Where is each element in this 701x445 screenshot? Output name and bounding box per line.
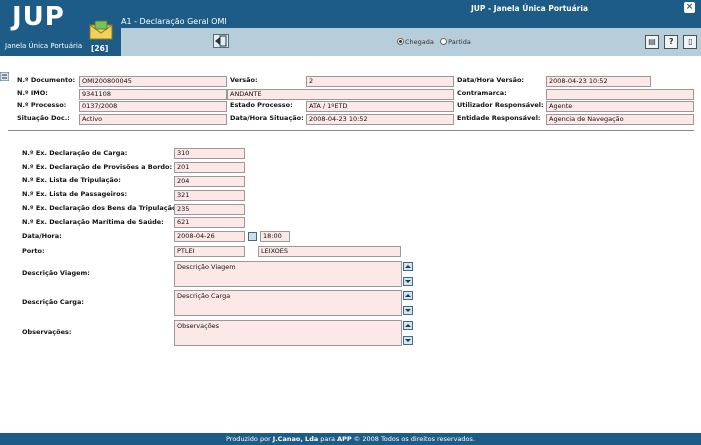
print-icon[interactable]: ▤ — [645, 35, 659, 49]
doc-no-field[interactable]: OMI200800045 — [79, 76, 227, 87]
logo-area: JUP Janela Única Portuária [26] — [0, 0, 121, 56]
app-header: JUP Janela Única Portuária [26] JUP - Ja… — [0, 0, 701, 56]
radio-departure-label: Partida — [448, 38, 471, 46]
version-field[interactable]: 2 — [306, 76, 454, 87]
divider — [8, 130, 694, 131]
close-icon[interactable]: × — [684, 2, 695, 13]
responsible-entity-label: Entidade Responsável: — [457, 114, 541, 122]
side-panel-toggle-icon[interactable] — [0, 72, 9, 81]
responsible-user-label: Utilizador Responsável: — [457, 101, 544, 109]
health-decl-field[interactable]: 621 — [174, 217, 245, 228]
radio-icon[interactable] — [397, 38, 404, 45]
message-count-badge[interactable]: [26] — [91, 44, 108, 53]
cargo-decl-label: N.º Ex. Declaração de Carga: — [22, 149, 128, 157]
logo-subtitle: Janela Única Portuária — [5, 42, 83, 50]
port-name-field[interactable]: LEIXOES — [258, 246, 401, 257]
notes-textarea[interactable]: Observações — [174, 320, 402, 346]
app-logo: JUP — [12, 2, 65, 32]
footer-middle: para — [318, 435, 338, 443]
doc-no-label: N.º Documento: — [17, 76, 76, 84]
counterpart-field[interactable] — [546, 89, 694, 100]
window-title: JUP - Janela Única Portuária — [471, 4, 589, 13]
doc-state-label: Situação Doc.: — [17, 114, 70, 122]
provisions-label: N.º Ex. Declaração de Provisões a Bordo: — [22, 163, 173, 171]
crew-goods-label: N.º Ex. Declaração dos Bens da Tripulaçã… — [22, 204, 180, 212]
version-datetime-label: Data/Hora Versão: — [457, 76, 525, 84]
state-datetime-field[interactable]: 2008-04-23 10:52 — [306, 114, 454, 125]
process-label: N.º Processo: — [17, 101, 67, 109]
time-field[interactable]: 18:00 — [260, 231, 290, 242]
version-label: Versão: — [230, 76, 258, 84]
footer-suffix: © 2008 Todos os direitos reservados. — [351, 435, 475, 443]
process-field[interactable]: 0137/2008 — [79, 101, 227, 112]
process-state-field[interactable]: ATA / 1ºETD — [306, 101, 454, 112]
doc-state-field[interactable]: Activo — [79, 114, 227, 125]
scroll-down-icon[interactable] — [403, 336, 413, 345]
passenger-list-label: N.º Ex. Lista de Passageiros: — [22, 190, 128, 198]
port-code-field[interactable]: PTLEI — [174, 246, 245, 257]
help-icon[interactable]: ? — [664, 35, 679, 49]
crew-list-label: N.º Ex. Lista de Tripulação: — [22, 176, 121, 184]
footer: Produzido por J.Canao, Lda para APP © 20… — [0, 433, 701, 445]
exit-icon[interactable]: ▯ — [683, 35, 698, 49]
radio-departure[interactable]: Partida — [440, 38, 471, 46]
window-title-bar: JUP - Janela Única Portuária × — [121, 0, 701, 15]
counterpart-label: Contramarca: — [457, 89, 507, 97]
voyage-label: Descrição Viagem: — [22, 269, 90, 277]
scroll-down-icon[interactable] — [403, 306, 413, 315]
scroll-down-icon[interactable] — [403, 277, 413, 286]
scroll-up-icon[interactable] — [403, 262, 413, 271]
imo-label: N.º IMO: — [17, 89, 48, 97]
mail-icon[interactable] — [88, 20, 114, 40]
footer-company: J.Canao, Lda — [272, 435, 319, 443]
scroll-up-icon[interactable] — [403, 321, 413, 330]
datetime-label: Data/Hora: — [22, 232, 62, 240]
state-datetime-label: Data/Hora Situação: — [230, 114, 304, 122]
provisions-field[interactable]: 201 — [174, 162, 245, 173]
responsible-entity-field[interactable]: Agencia de Navegação — [546, 114, 694, 125]
footer-prefix: Produzido por — [226, 435, 273, 443]
scroll-up-icon[interactable] — [403, 291, 413, 300]
radio-icon[interactable] — [440, 38, 448, 45]
passenger-list-field[interactable]: 321 — [174, 190, 245, 201]
responsible-user-field[interactable]: Agente — [546, 101, 694, 112]
crew-goods-field[interactable]: 235 — [174, 204, 245, 215]
arrow-left-icon — [215, 35, 227, 47]
page-title-bar: A1 - Declaração Geral OMI — [121, 15, 701, 28]
cargo-decl-field[interactable]: 310 — [174, 148, 245, 159]
toolbar-icons: ▤ ? ▯ — [645, 35, 700, 49]
version-datetime-field[interactable]: 2008-04-23 10:52 — [546, 76, 651, 87]
footer-app: APP — [337, 435, 352, 443]
vessel-name-field[interactable]: ANDANTE — [227, 89, 454, 100]
calendar-icon[interactable] — [248, 232, 257, 241]
process-state-label: Estado Processo: — [230, 101, 293, 109]
imo-field[interactable]: 9341108 — [79, 89, 227, 100]
radio-arrival[interactable]: Chegada — [397, 38, 434, 46]
date-field[interactable]: 2008-04-26 — [174, 231, 245, 242]
notes-label: Observações: — [22, 328, 72, 336]
health-decl-label: N.º Ex. Declaração Marítima de Saúde: — [22, 218, 164, 226]
cargo-label: Descrição Carga: — [22, 298, 84, 306]
voyage-textarea[interactable]: Descrição Viagem — [174, 261, 402, 287]
direction-radio-group: Chegada Partida — [397, 38, 471, 46]
page-title: A1 - Declaração Geral OMI — [121, 17, 227, 26]
back-button[interactable] — [213, 34, 229, 48]
port-label: Porto: — [22, 247, 45, 255]
cargo-textarea[interactable]: Descrição Carga — [174, 290, 402, 316]
crew-list-field[interactable]: 204 — [174, 176, 245, 187]
radio-arrival-label: Chegada — [405, 38, 434, 46]
toolbar: Chegada Partida ▤ ? ▯ — [121, 28, 701, 56]
